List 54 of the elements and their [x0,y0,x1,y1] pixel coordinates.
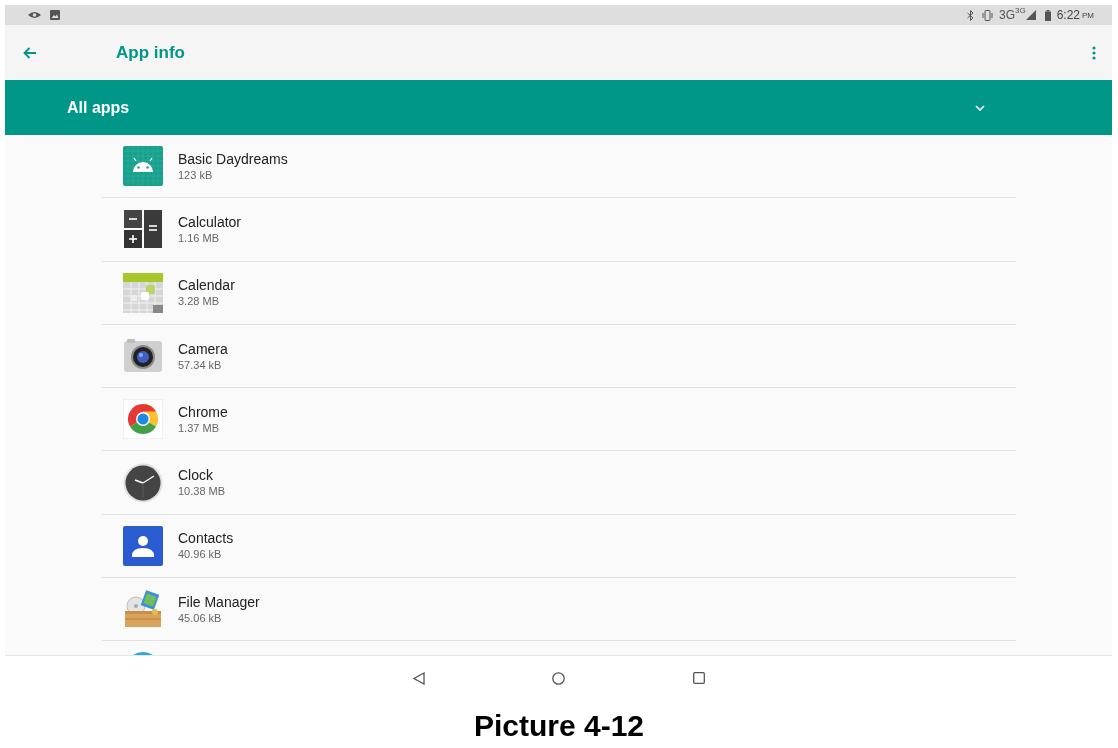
app-name: Camera [178,339,228,358]
network-type: 3G [998,9,1015,21]
app-size: 1.16 MB [178,230,220,246]
bluetooth-icon [966,9,974,21]
image-icon [50,10,60,20]
app-list-item[interactable]: File Manager 45.06 kB [102,578,1016,642]
app-name: Basic Daydreams [178,149,288,168]
app-list-item[interactable]: Camera 57.34 kB [102,324,1016,389]
person-icon [123,525,163,566]
clock-period: PM [1082,11,1094,20]
app-list-item[interactable]: Calendar 3.28 MB [102,261,1016,325]
signal-icon [1025,10,1036,20]
app-bar-title: App info [116,41,185,64]
app-size: 45.06 kB [178,610,223,626]
browser-icon [123,399,163,440]
more-options-button[interactable] [1090,44,1098,61]
home-nav-button[interactable] [551,671,566,685]
vibrate-icon [980,9,994,21]
chevron-down-icon [975,104,985,111]
eye-icon [28,11,41,19]
filter-dropdown[interactable]: All apps [67,95,985,120]
app-list-item[interactable]: Contacts 40.96 kB [102,514,1016,579]
network-superscript-label: 3G [1014,7,1026,15]
app-name: Clock [178,466,214,485]
app-name: File Manager [178,592,260,611]
clock-icon [123,462,163,503]
clock-time: 6:22 [1056,9,1080,21]
app-name: Calendar [178,276,235,295]
app-list-item[interactable]: Chrome 1.37 MB [102,388,1016,452]
app-size: 40.96 kB [178,547,223,563]
calendar-icon [123,272,163,313]
more-options-icon [1092,45,1096,60]
storage-box-icon [123,589,163,630]
app-size: 3.28 MB [178,294,220,310]
app-name: Chrome [178,402,228,421]
recents-square-icon [692,672,705,684]
home-circle-icon [552,671,565,685]
app-size: 10.38 MB [178,484,226,500]
back-arrow-icon [23,46,37,59]
app-name: Calculator [178,212,242,231]
calculator-icon [123,209,163,250]
app-size: 1.37 MB [178,420,220,436]
app-size: 57.34 kB [178,357,223,373]
app-list-item[interactable]: Calculator 1.16 MB [102,198,1016,262]
app-name: Contacts [178,529,234,548]
android-robot-icon [123,146,163,187]
back-nav-button[interactable] [411,671,426,685]
app-list-item[interactable]: Basic Daydreams 123 kB [102,135,1016,199]
recents-nav-button[interactable] [691,671,706,685]
app-list-item[interactable]: Clock 10.38 MB [102,451,1016,515]
app-size: 123 kB [178,167,214,183]
figure-caption: Picture 4-12 [473,710,645,741]
back-triangle-icon [412,671,425,685]
battery-icon [1044,9,1051,21]
